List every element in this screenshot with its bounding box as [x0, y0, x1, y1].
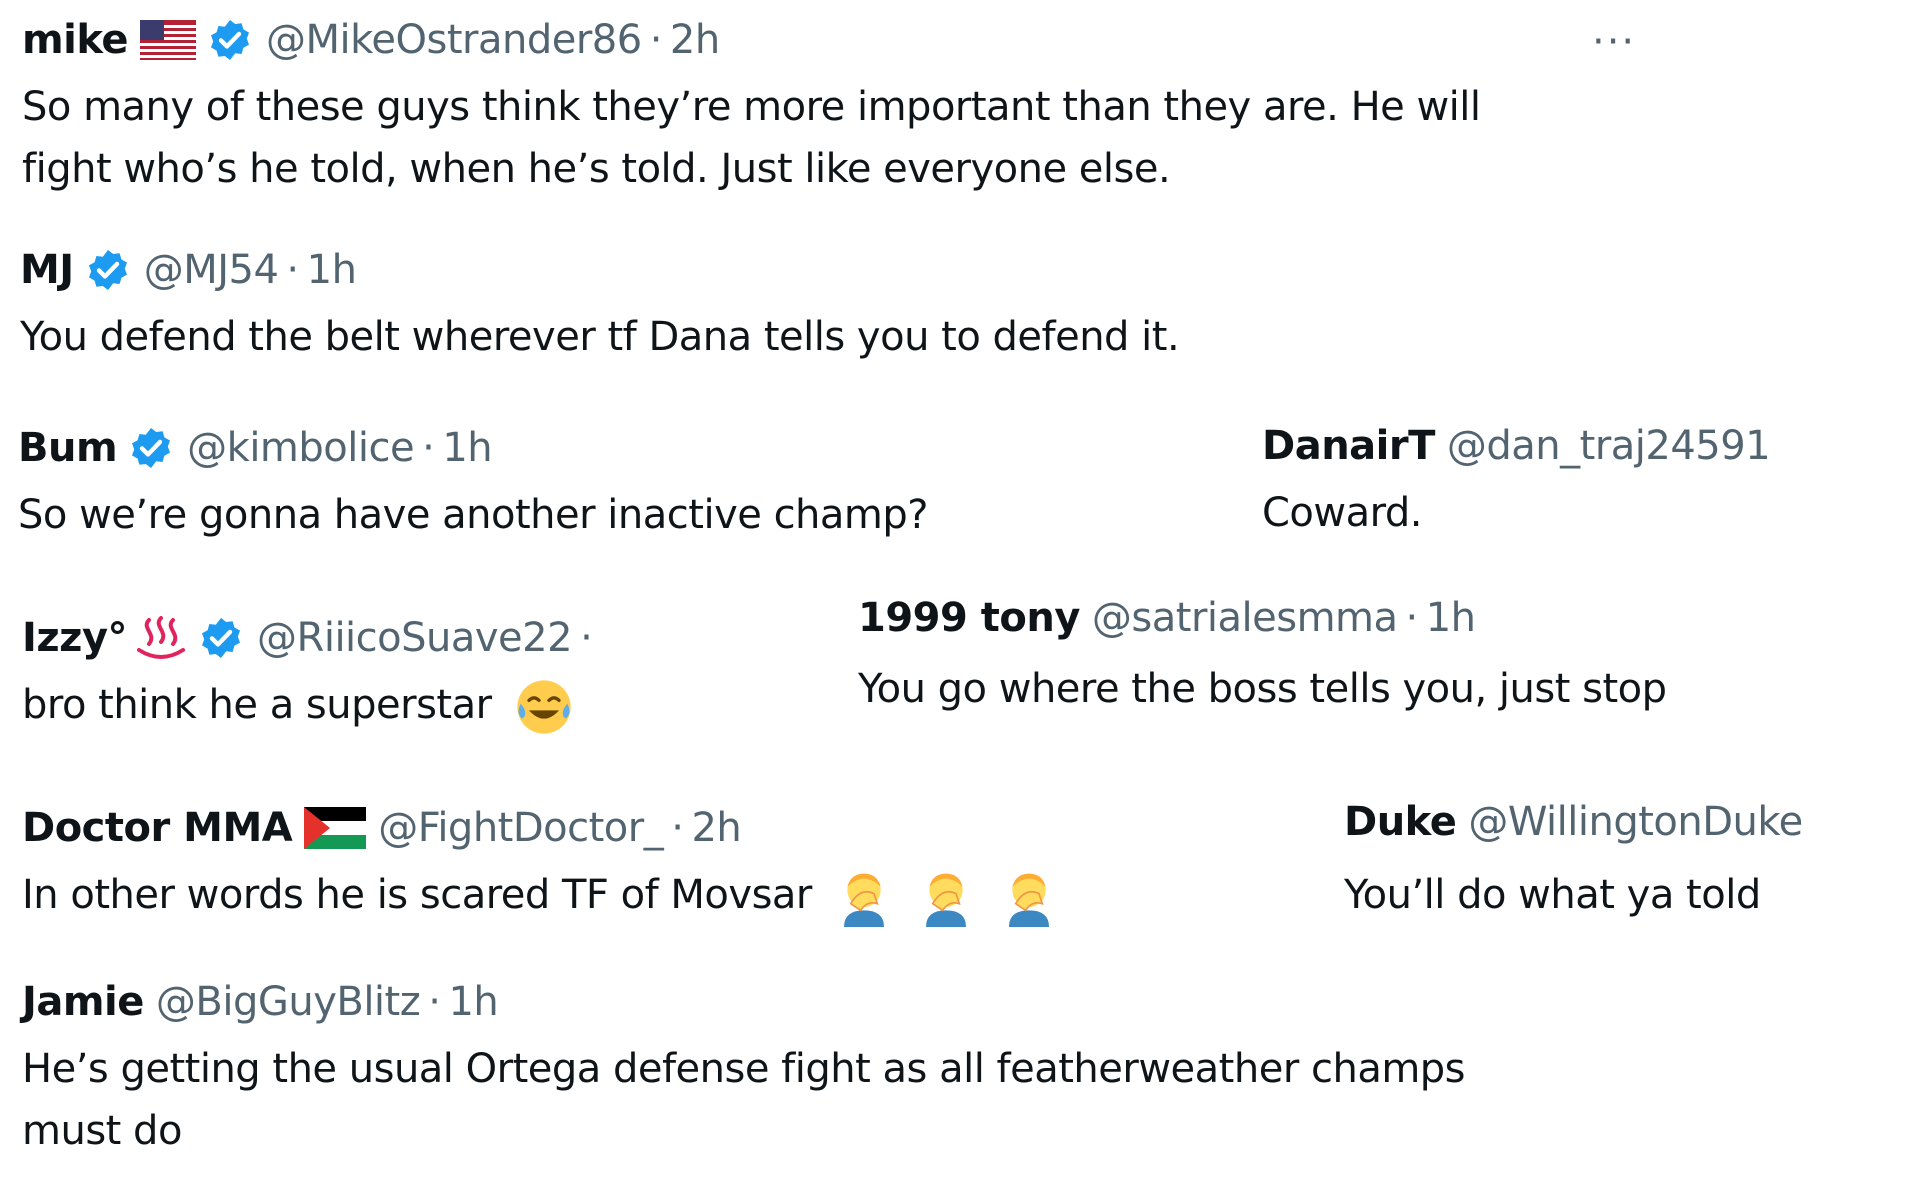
- palestine-flag-icon: [304, 807, 367, 849]
- text-line: must do: [22, 1108, 182, 1154]
- timestamp[interactable]: 1h: [1426, 588, 1476, 648]
- verified-badge-icon: [88, 250, 127, 290]
- text-line: In other words he is scared TF of Movsar: [22, 872, 812, 918]
- timestamp[interactable]: 1h: [448, 972, 498, 1032]
- reply-collage: ··· mike @MikeOstrander86 · 2h So many o…: [0, 0, 1920, 1200]
- facepalm-emoji-icon: [844, 873, 885, 927]
- tweet-header: Doctor MMA @FightDoctor_ · 2h: [22, 798, 1059, 858]
- tweet-text: So we’re gonna have another inactive cha…: [18, 484, 929, 546]
- text-line: So many of these guys think they’re more…: [22, 84, 1481, 130]
- display-name[interactable]: mike: [22, 10, 129, 70]
- tears-of-joy-emoji-icon: [517, 680, 571, 734]
- text-line: Coward.: [1262, 490, 1422, 536]
- verified-badge-icon: [132, 428, 171, 468]
- display-name[interactable]: Duke: [1344, 792, 1457, 852]
- tweet-text: You’ll do what ya told: [1344, 864, 1803, 926]
- tweet-text: You go where the boss tells you, just st…: [858, 658, 1667, 720]
- text-line: You go where the boss tells you, just st…: [858, 666, 1667, 712]
- tweet-mj[interactable]: MJ @MJ54 · 1h You defend the belt wherev…: [20, 240, 1180, 368]
- timestamp[interactable]: 1h: [307, 240, 357, 300]
- tweet-header: MJ @MJ54 · 1h: [20, 240, 1179, 300]
- text-line: bro think he a superstar: [22, 682, 492, 728]
- text-line: He’s getting the usual Ortega defense fi…: [22, 1046, 1466, 1092]
- more-options-icon[interactable]: ···: [1592, 22, 1636, 62]
- tweet-text: In other words he is scared TF of Movsar: [22, 864, 1059, 927]
- user-handle[interactable]: @BigGuyBlitz: [156, 972, 421, 1032]
- user-handle[interactable]: @kimbolice: [187, 418, 414, 478]
- timestamp[interactable]: 2h: [691, 798, 741, 858]
- facepalm-emoji-icon: [926, 873, 967, 927]
- user-handle[interactable]: @MJ54: [144, 240, 279, 300]
- user-handle[interactable]: @WillingtonDuke: [1468, 792, 1803, 852]
- tweet-tony[interactable]: 1999 tony @satrialesmma · 1h You go wher…: [858, 588, 1667, 720]
- tweet-header: Bum @kimbolice · 1h: [18, 418, 928, 478]
- tweet-header: Duke @WillingtonDuke: [1344, 792, 1803, 852]
- us-flag-icon: [140, 20, 197, 60]
- user-handle[interactable]: @MikeOstrander86: [266, 10, 642, 70]
- display-name[interactable]: Doctor MMA: [22, 798, 293, 858]
- tweet-izzy[interactable]: Izzy° @RiiicoSuave22 · bro think he a su…: [22, 608, 600, 737]
- tweet-text: He’s getting the usual Ortega defense fi…: [22, 1038, 1466, 1162]
- separator-dot: ·: [286, 247, 299, 293]
- text-line: So we’re gonna have another inactive cha…: [18, 492, 929, 538]
- user-handle[interactable]: @satrialesmma: [1092, 588, 1398, 648]
- separator-dot: ·: [428, 979, 441, 1025]
- text-line: fight who’s he told, when he’s told. Jus…: [22, 146, 1171, 192]
- timestamp[interactable]: 1h: [442, 418, 492, 478]
- tweet-text: So many of these guys think they’re more…: [22, 76, 1481, 200]
- tweet-header: mike @MikeOstrander86 · 2h: [22, 10, 1481, 70]
- tweet-jamie[interactable]: Jamie @BigGuyBlitz · 1h He’s getting the…: [22, 972, 1466, 1162]
- tweet-mike[interactable]: mike @MikeOstrander86 · 2h So many of th…: [22, 10, 1481, 200]
- separator-dot: ·: [671, 805, 684, 851]
- separator-dot: ·: [580, 615, 593, 661]
- verified-badge-icon: [202, 618, 241, 658]
- display-name[interactable]: DanairT: [1262, 416, 1435, 476]
- display-name[interactable]: Jamie: [22, 972, 144, 1032]
- tweet-header: Jamie @BigGuyBlitz · 1h: [22, 972, 1465, 1032]
- display-name[interactable]: Izzy°: [22, 608, 128, 668]
- tweet-text: bro think he a superstar: [22, 674, 600, 737]
- user-handle[interactable]: @dan_traj24591: [1447, 416, 1771, 476]
- facepalm-emoji-icon: [1008, 873, 1049, 927]
- tweet-doctor-mma[interactable]: Doctor MMA @FightDoctor_ · 2h In other w…: [22, 798, 1059, 927]
- tweet-header: 1999 tony @satrialesmma · 1h: [858, 588, 1667, 648]
- verified-badge-icon: [211, 20, 250, 60]
- user-handle[interactable]: @FightDoctor_: [378, 798, 664, 858]
- display-name[interactable]: Bum: [18, 418, 118, 478]
- display-name[interactable]: 1999 tony: [858, 588, 1080, 648]
- tweet-danairt[interactable]: DanairT @dan_traj24591 Coward.: [1262, 416, 1771, 544]
- timestamp[interactable]: 2h: [670, 10, 720, 70]
- tweet-header: Izzy° @RiiicoSuave22 ·: [22, 608, 600, 668]
- display-name[interactable]: MJ: [20, 240, 74, 300]
- text-line: You defend the belt wherever tf Dana tel…: [20, 314, 1180, 360]
- separator-dot: ·: [1405, 595, 1419, 641]
- hot-springs-icon: [137, 616, 186, 659]
- tweet-duke[interactable]: Duke @WillingtonDuke You’ll do what ya t…: [1344, 792, 1803, 926]
- tweet-header: DanairT @dan_traj24591: [1262, 416, 1771, 476]
- text-line: You’ll do what ya told: [1344, 872, 1761, 918]
- separator-dot: ·: [422, 425, 435, 471]
- tweet-bum[interactable]: Bum @kimbolice · 1h So we’re gonna have …: [18, 418, 929, 546]
- user-handle[interactable]: @RiiicoSuave22: [257, 608, 573, 668]
- tweet-text: Coward.: [1262, 482, 1770, 544]
- tweet-text: You defend the belt wherever tf Dana tel…: [20, 306, 1180, 368]
- separator-dot: ·: [649, 17, 663, 63]
